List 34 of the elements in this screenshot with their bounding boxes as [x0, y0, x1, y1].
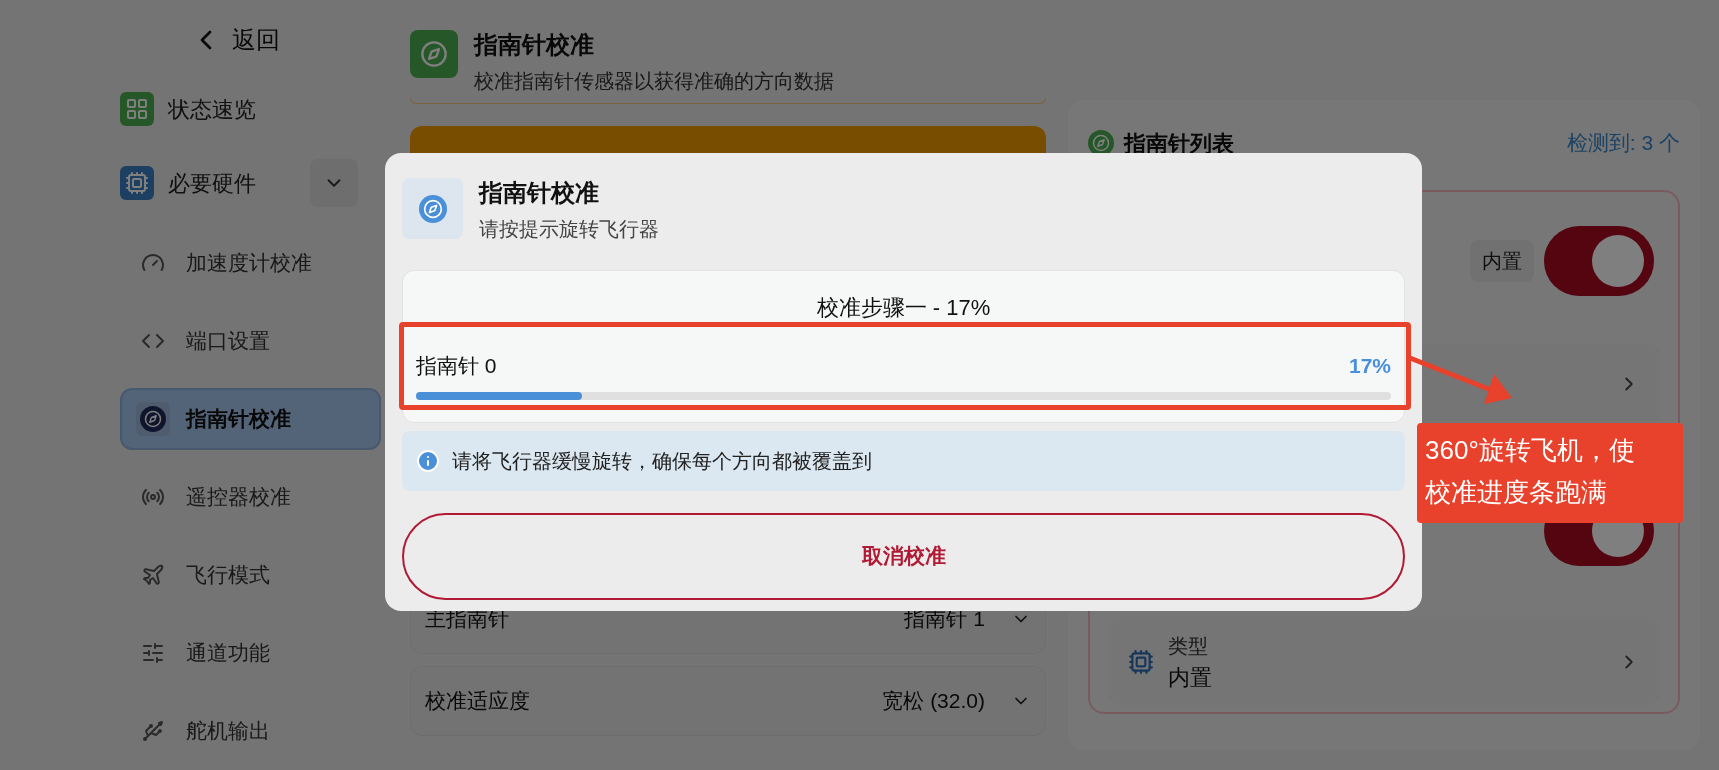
- sidebar-item[interactable]: 通道功能: [120, 622, 381, 684]
- sensor-name: 指南针 0: [416, 353, 497, 379]
- sidebar-item[interactable]: 端口设置: [120, 310, 381, 372]
- tag: 内置: [1470, 240, 1534, 282]
- sidebar-item[interactable]: 飞行模式: [120, 544, 381, 606]
- dialog-title: 指南针校准: [479, 178, 600, 208]
- tip-text: 请将飞行器缓慢旋转，确保每个方向都被覆盖到: [452, 448, 872, 474]
- sidebar-item[interactable]: 遥控器校准: [120, 466, 381, 528]
- compass-icon: [1088, 130, 1114, 156]
- compass-icon: [402, 178, 463, 239]
- annotation-callout: 360°旋转飞机，使校准进度条跑满: [1417, 423, 1683, 523]
- grid-icon: [120, 92, 154, 126]
- cancel-button[interactable]: 取消校准: [402, 512, 1405, 600]
- compass-icon: [410, 30, 458, 78]
- step-title: 校准步骤一 - 17%: [816, 294, 991, 322]
- dialog-subtitle: 请按提示旋转飞行器: [479, 217, 659, 242]
- row-value: 内置: [1168, 663, 1212, 692]
- sidebar-item[interactable]: 舵机输出: [120, 700, 381, 762]
- sidebar-group[interactable]: 必要硬件: [120, 152, 256, 214]
- row-label: 类型: [1168, 633, 1209, 659]
- back-button[interactable]: 返回: [190, 22, 410, 58]
- detected-count: 检测到: 3 个: [1566, 130, 1680, 157]
- menu-icon: [136, 402, 170, 436]
- chip-icon: [120, 166, 154, 200]
- info-icon: [416, 448, 440, 473]
- chip-icon: [1128, 649, 1154, 675]
- setting-dropdown[interactable]: 校准适应度 宽松 (32.0): [410, 666, 1046, 736]
- page-subtitle: 校准指南针传感器以获得准确的方向数据: [474, 69, 834, 94]
- panel-title: 指南针列表: [1124, 129, 1234, 158]
- page-title: 指南针校准: [474, 30, 595, 60]
- sidebar-item[interactable]: 指南针校准: [120, 388, 381, 450]
- sidebar-item[interactable]: 状态速览: [120, 92, 410, 126]
- sidebar-item[interactable]: 加速度计校准: [120, 232, 381, 294]
- progress-percent: 17%: [1348, 353, 1391, 379]
